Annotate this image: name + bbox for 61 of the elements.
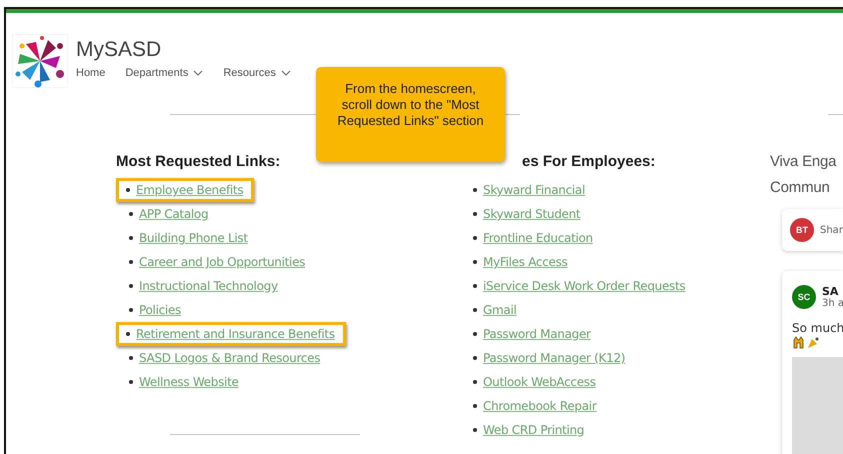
link[interactable]: Retirement and Insurance Benefits [136, 327, 335, 341]
link[interactable]: Policies [139, 303, 181, 317]
nav-link[interactable]: Departments [125, 67, 204, 79]
share-prompt: Shar [820, 224, 843, 236]
party-popper-icon [807, 336, 820, 349]
avatar: SC [792, 285, 816, 309]
link[interactable]: Web CRD Printing [483, 423, 584, 437]
link[interactable]: Wellness Website [139, 375, 239, 389]
link[interactable]: Instructional Technology [139, 279, 278, 293]
link[interactable]: Career and Job Opportunities [139, 255, 306, 269]
bullet-icon [473, 284, 477, 288]
bullet-icon [473, 212, 477, 216]
link[interactable]: SASD Logos & Brand Resources [139, 351, 320, 365]
nav-link[interactable]: Resources [223, 67, 291, 79]
link[interactable]: iService Desk Work Order Requests [483, 279, 686, 293]
nav-link[interactable]: Home [76, 67, 106, 79]
bullet-icon [129, 212, 133, 216]
bullet-icon [129, 308, 133, 312]
bullet-icon [129, 236, 133, 240]
chevron-down-icon [193, 70, 204, 76]
bullet-icon [473, 332, 477, 336]
chevron-down-icon [280, 70, 291, 76]
link[interactable]: Chromebook Repair [483, 399, 596, 413]
bullet-icon [473, 428, 477, 432]
post-text: So much [792, 321, 843, 335]
link[interactable]: Skyward Financial [483, 183, 586, 197]
bullet-icon [473, 308, 477, 312]
bullet-icon [129, 380, 133, 384]
link[interactable]: Skyward Student [483, 207, 580, 221]
bullet-icon [473, 236, 477, 240]
avatar: BT [790, 218, 814, 242]
bullet-icon [473, 356, 477, 360]
panel-title: Commun [770, 178, 830, 198]
bullet-icon [129, 284, 133, 288]
section-heading: es For Employees: [522, 153, 656, 170]
bullet-icon [473, 260, 477, 264]
panel-title: Viva Enga [770, 152, 836, 172]
cheering-figure-icon [792, 336, 805, 349]
bullet-icon [473, 188, 477, 192]
post-time: 3h a [822, 298, 843, 309]
post-author: SA [822, 285, 840, 298]
link[interactable]: APP Catalog [139, 207, 208, 221]
share-card[interactable]: BT Shar [782, 209, 843, 251]
bullet-icon [129, 260, 133, 264]
link[interactable]: Frontline Education [483, 231, 593, 245]
callout-tooltip: From the homescreen, scroll down to the "Most Requested Links" section [316, 67, 505, 162]
bullet-icon [129, 356, 133, 360]
bullet-icon [126, 332, 130, 336]
bullet-icon [126, 188, 130, 192]
link[interactable]: Employee Benefits [136, 183, 244, 197]
site-title: MySASD [76, 38, 162, 62]
link[interactable]: Building Phone List [139, 231, 248, 245]
section-heading: Most Requested Links: [116, 153, 280, 170]
bullet-icon [473, 380, 477, 384]
logo-icon [12, 34, 68, 88]
link[interactable]: Outlook WebAccess [483, 375, 596, 389]
link[interactable]: Password Manager (K12) [483, 351, 626, 365]
link[interactable]: MyFiles Access [483, 255, 568, 269]
link[interactable]: Gmail [483, 303, 517, 317]
bullet-icon [473, 404, 477, 408]
link[interactable]: Password Manager [483, 327, 591, 341]
